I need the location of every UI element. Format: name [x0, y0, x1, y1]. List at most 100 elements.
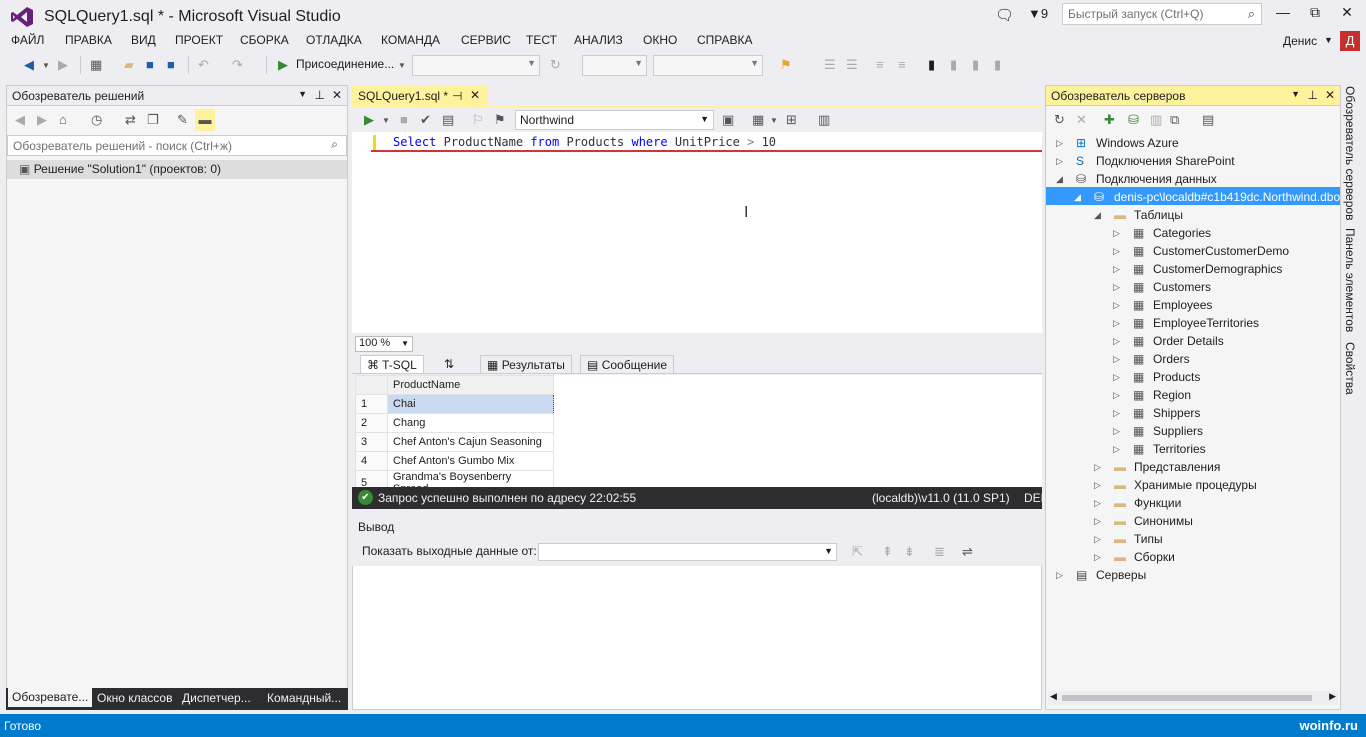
- redo-icon[interactable]: ↷: [232, 57, 243, 73]
- collapse-icon[interactable]: ❐: [147, 112, 159, 128]
- horizontal-scrollbar[interactable]: ◀ ▶: [1048, 691, 1338, 705]
- scrollbar-thumb[interactable]: [1062, 695, 1312, 701]
- execute-dropdown-icon[interactable]: ▼: [382, 116, 390, 125]
- expand-icon[interactable]: ▷: [1113, 242, 1120, 260]
- expand-icon[interactable]: ▷: [1094, 530, 1101, 548]
- sharepoint-connect-icon[interactable]: ⧉: [1170, 112, 1179, 128]
- notification-icon[interactable]: 🗨: [995, 6, 1014, 24]
- tab-solution-explorer[interactable]: Обозревате...: [8, 688, 93, 707]
- schema-compare-icon[interactable]: ⊞: [786, 112, 797, 128]
- notification-filter[interactable]: ▼9: [1028, 6, 1048, 21]
- user-name[interactable]: Денис: [1283, 34, 1317, 48]
- scroll-right-icon[interactable]: ▶: [1329, 691, 1336, 702]
- table-row[interactable]: 2 Chang: [355, 413, 554, 433]
- menu-view[interactable]: ВИД: [131, 33, 156, 47]
- database-select[interactable]: Northwind ▼: [515, 110, 714, 130]
- expand-icon[interactable]: ▷: [1113, 224, 1120, 242]
- comment-icon[interactable]: ☰: [824, 57, 836, 73]
- scroll-left-icon[interactable]: ◀: [1050, 691, 1057, 702]
- next-bookmark-icon[interactable]: ▮: [972, 57, 979, 73]
- parse-icon[interactable]: ✔: [420, 112, 431, 128]
- zoom-select[interactable]: 100 % ▼: [355, 336, 413, 352]
- close-icon[interactable]: ✕: [1325, 88, 1335, 102]
- refresh-icon[interactable]: ↻: [1054, 112, 1065, 128]
- bookmark-icon[interactable]: ▮: [928, 57, 935, 73]
- toggle-pane-button[interactable]: ⇅: [438, 355, 461, 373]
- cell[interactable]: Chef Anton's Gumbo Mix: [387, 451, 554, 471]
- target-combo[interactable]: ▼: [653, 55, 763, 76]
- menu-window[interactable]: ОКНО: [643, 33, 677, 47]
- close-icon[interactable]: ✕: [332, 88, 342, 102]
- solution-config-combo[interactable]: ▼: [412, 55, 540, 76]
- expand-icon[interactable]: ▷: [1056, 134, 1063, 152]
- solution-tree-item[interactable]: ▣ Решение "Solution1" (проектов: 0): [7, 160, 347, 179]
- home-icon[interactable]: ⌂: [59, 112, 67, 127]
- tab-server-explorer[interactable]: Обозреватель серверов: [1343, 86, 1357, 220]
- stop-icon[interactable]: ✕: [1076, 112, 1087, 128]
- results-dropdown-icon[interactable]: ▼: [770, 116, 778, 125]
- panel-menu-icon[interactable]: ▼: [298, 89, 307, 99]
- connect-database-icon[interactable]: ⛁: [1128, 112, 1139, 128]
- clear-all-icon[interactable]: ≣: [934, 544, 945, 560]
- tab-property-manager[interactable]: Диспетчер...: [182, 691, 251, 705]
- tab-team-explorer[interactable]: Командный...: [267, 691, 341, 705]
- panel-menu-icon[interactable]: ▼: [1291, 89, 1300, 99]
- table-row[interactable]: 3 Chef Anton's Cajun Seasoning: [355, 432, 554, 452]
- new-project-icon[interactable]: ▦: [90, 57, 102, 73]
- preview-icon[interactable]: ▬: [195, 109, 215, 131]
- sql-code-line[interactable]: Select ProductName from Products where U…: [393, 135, 776, 149]
- maximize-button[interactable]: ⧉: [1300, 4, 1330, 24]
- connect-server-icon[interactable]: ▥: [1150, 112, 1162, 128]
- properties-icon[interactable]: ✎: [177, 112, 188, 128]
- minimize-button[interactable]: —: [1268, 4, 1298, 24]
- output-source-select[interactable]: ▼: [538, 543, 837, 561]
- tab-tsql[interactable]: ⌘ T-SQL: [360, 355, 424, 373]
- expand-icon[interactable]: ▷: [1113, 422, 1120, 440]
- menu-tools[interactable]: СЕРВИС: [461, 33, 511, 47]
- outdent-icon[interactable]: ≡: [898, 57, 906, 72]
- expand-icon[interactable]: ▷: [1113, 278, 1120, 296]
- table-row[interactable]: 4 Chef Anton's Gumbo Mix: [355, 451, 554, 471]
- pin-icon[interactable]: ⊣: [452, 89, 462, 103]
- menu-help[interactable]: СПРАВКА: [697, 33, 753, 47]
- stop-icon[interactable]: ■: [400, 112, 408, 127]
- results-to-grid-icon[interactable]: ▦: [752, 112, 764, 128]
- change-connection-icon[interactable]: ⚑: [494, 112, 506, 128]
- database-refresh-icon[interactable]: ▣: [722, 112, 734, 128]
- clear-bookmarks-icon[interactable]: ▮: [994, 57, 1001, 73]
- expand-icon[interactable]: ▷: [1113, 296, 1120, 314]
- prev-bookmark-icon[interactable]: ▮: [950, 57, 957, 73]
- platform-combo[interactable]: ▼: [582, 55, 647, 76]
- include-plan-icon[interactable]: ▥: [818, 112, 830, 128]
- table-row[interactable]: 1 Chai: [355, 394, 554, 414]
- pin-icon[interactable]: ⊥: [315, 88, 325, 102]
- menu-build[interactable]: СБОРКА: [240, 33, 289, 47]
- attach-dropdown-icon[interactable]: ▼: [398, 61, 406, 70]
- go-to-message-icon[interactable]: ⇱: [852, 544, 863, 560]
- find-icon[interactable]: ⚑: [780, 57, 792, 73]
- sync-icon[interactable]: ⇄: [125, 112, 136, 128]
- pin-icon[interactable]: ⊥: [1308, 88, 1318, 102]
- save-all-icon[interactable]: ■: [167, 57, 175, 72]
- expand-icon[interactable]: ▷: [1113, 404, 1120, 422]
- expand-icon[interactable]: ▷: [1113, 332, 1120, 350]
- expand-icon[interactable]: ▷: [1094, 494, 1101, 512]
- quick-launch-input[interactable]: Быстрый запуск (Ctrl+Q) ⌕: [1062, 3, 1262, 25]
- user-menu-chevron-icon[interactable]: ▼: [1324, 35, 1333, 45]
- open-file-icon[interactable]: ▰: [124, 57, 134, 73]
- solution-search-input[interactable]: Обозреватель решений - поиск (Ctrl+ж) ⌕: [7, 135, 347, 156]
- avatar[interactable]: Д: [1340, 31, 1360, 51]
- forward-icon[interactable]: ▶: [58, 57, 68, 73]
- expand-icon[interactable]: ▷: [1113, 368, 1120, 386]
- tab-toolbox[interactable]: Панель элементов: [1343, 228, 1357, 332]
- uncomment-icon[interactable]: ☰: [846, 57, 858, 73]
- back-dropdown-icon[interactable]: ▼: [42, 61, 50, 70]
- tab-class-view[interactable]: Окно классов: [97, 691, 172, 705]
- tab-properties[interactable]: Свойства: [1343, 342, 1357, 395]
- column-header[interactable]: ProductName: [387, 375, 554, 395]
- execute-icon[interactable]: ▶: [364, 112, 374, 128]
- expand-icon[interactable]: ▷: [1094, 476, 1101, 494]
- back-icon[interactable]: ◀: [24, 57, 34, 73]
- menu-project[interactable]: ПРОЕКТ: [175, 33, 223, 47]
- forward-icon[interactable]: ▶: [37, 112, 47, 128]
